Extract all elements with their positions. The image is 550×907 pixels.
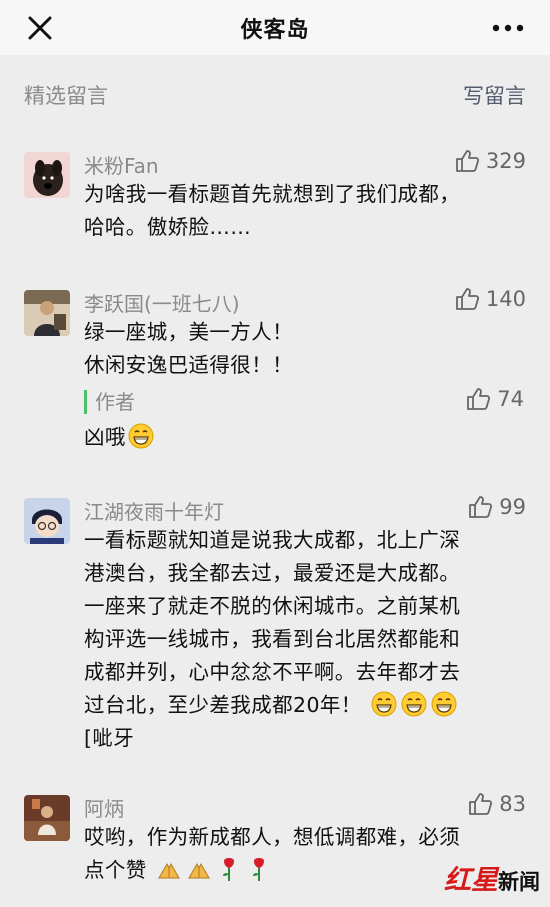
avatar[interactable] (24, 290, 70, 336)
praying-hands-icon (157, 862, 180, 879)
reply-line: 凶哦 (84, 425, 126, 449)
comment-line: [呲牙 (84, 726, 135, 750)
comment-line: 港澳台，我全都去过，最爱还是大成都。 (84, 561, 461, 585)
author-reply-text: 凶哦 (84, 421, 514, 454)
grin-emoji-icon (431, 691, 457, 717)
thumbs-up-icon (467, 388, 491, 410)
thumbs-up-icon (469, 496, 493, 518)
comment-line: 一看标题就知道是说我大成都，北上广深 (84, 528, 461, 552)
watermark-logo: 红星 新闻 (444, 858, 540, 897)
comment-line: 成都并列，心中忿忿不平啊。去年都才去 (84, 660, 461, 684)
avatar[interactable] (24, 498, 70, 544)
comment-text: 绿一座城，美一方人！ 休闲安逸巴适得很！！ (84, 316, 514, 382)
thumbs-up-icon (456, 288, 479, 310)
comment-line: 哈哈。傲娇脸…… (84, 215, 252, 239)
page-title: 侠客岛 (240, 18, 310, 43)
comment-line: 点个赞 (84, 858, 147, 882)
more-icon[interactable] (488, 14, 528, 42)
commenter-name: 阿炳 (84, 797, 124, 821)
like-button[interactable]: 83 (467, 791, 526, 817)
like-count: 140 (485, 287, 526, 311)
like-button[interactable]: 329 (454, 148, 526, 174)
rose-icon (252, 858, 264, 881)
like-button[interactable]: 74 (465, 386, 524, 412)
comment-line: 为啥我一看标题首先就想到了我们成都， (84, 182, 461, 206)
author-tag: 作者 (84, 390, 135, 414)
commenter-name: 李跃国(一班七八) (84, 292, 240, 316)
write-comment-link[interactable]: 写留言 (463, 80, 526, 110)
like-count: 99 (499, 495, 526, 519)
rose-icon (222, 858, 234, 881)
like-button[interactable]: 140 (454, 286, 526, 312)
comment-text: 为啥我一看标题首先就想到了我们成都， 哈哈。傲娇脸…… (84, 178, 514, 244)
like-count: 329 (485, 149, 526, 173)
commenter-name: 米粉Fan (84, 154, 159, 178)
like-count: 83 (499, 792, 526, 816)
featured-comments-title: 精选留言 (24, 84, 108, 108)
grin-emoji-icon (401, 691, 427, 717)
comment-line: 休闲安逸巴适得很！！ (84, 353, 293, 377)
thumbs-up-icon (469, 793, 493, 815)
like-count: 74 (497, 387, 524, 411)
top-bar: 侠客岛 (0, 0, 550, 55)
thumbs-up-icon (456, 150, 479, 172)
comment-line-with-emoji: 过台北，至少差我成都20年！ (84, 689, 524, 722)
watermark-red-text: 红星 (444, 865, 498, 896)
comment-line: 哎哟，作为新成都人，想低调都难，必须 (84, 825, 461, 849)
comments-header: 精选留言 写留言 (0, 62, 550, 122)
comment-line: 构评选一线城市，我看到台北居然都能和 (84, 627, 461, 651)
comment-line: 过台北，至少差我成都20年！ (84, 693, 362, 717)
comment-line: 绿一座城，美一方人！ (84, 320, 293, 344)
watermark-black-text: 新闻 (498, 869, 540, 894)
praying-hands-icon (187, 862, 210, 879)
avatar[interactable] (24, 795, 70, 841)
comment-text: 一看标题就知道是说我大成都，北上广深 港澳台，我全都去过，最爱还是大成都。 一座… (84, 524, 524, 755)
grin-emoji-icon (371, 691, 397, 717)
author-reply: 作者 74 (84, 387, 524, 420)
commenter-name: 江湖夜雨十年灯 (84, 500, 224, 524)
comment-line: 一座来了就走不脱的休闲城市。之前某机 (84, 594, 461, 618)
grin-emoji-icon (128, 423, 154, 449)
like-button[interactable]: 99 (467, 494, 526, 520)
avatar[interactable] (24, 152, 70, 198)
